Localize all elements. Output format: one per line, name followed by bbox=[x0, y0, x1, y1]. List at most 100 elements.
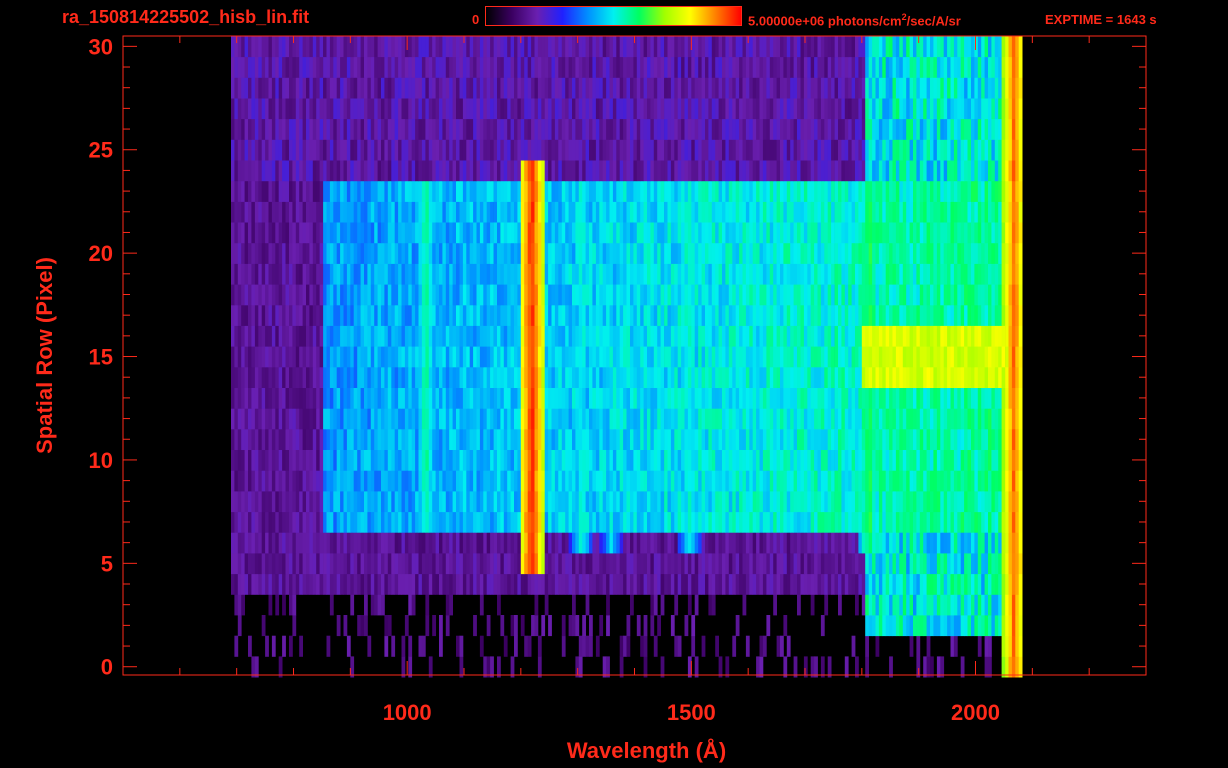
heatmap-cell bbox=[715, 263, 719, 285]
heatmap-cell bbox=[653, 387, 658, 409]
heatmap-cell bbox=[268, 325, 273, 347]
heatmap-cell bbox=[810, 263, 815, 285]
heatmap-cell bbox=[732, 635, 737, 657]
heatmap-cell bbox=[981, 201, 985, 223]
heatmap-cell bbox=[824, 201, 829, 223]
heatmap-cell bbox=[432, 180, 436, 202]
heatmap-cell bbox=[357, 511, 361, 533]
heatmap-cell bbox=[541, 242, 546, 264]
heatmap-cell bbox=[258, 346, 263, 368]
heatmap-cell bbox=[237, 325, 242, 347]
heatmap-cell bbox=[660, 511, 665, 533]
heatmap-cell bbox=[452, 573, 457, 595]
heatmap-cell bbox=[803, 263, 808, 285]
heatmap-cell bbox=[916, 222, 921, 244]
heatmap-cell bbox=[633, 553, 638, 575]
heatmap-cell bbox=[565, 511, 569, 533]
heatmap-cell bbox=[705, 222, 709, 244]
heatmap-cell bbox=[483, 428, 488, 450]
heatmap-cell bbox=[531, 222, 535, 244]
heatmap-cell bbox=[977, 284, 982, 306]
heatmap-cell bbox=[432, 263, 436, 285]
heatmap-cell bbox=[520, 387, 525, 409]
heatmap-cell bbox=[885, 491, 890, 513]
heatmap-cell bbox=[572, 532, 576, 554]
heatmap-cell bbox=[251, 263, 256, 285]
heatmap-cell bbox=[329, 180, 334, 202]
heatmap-cell bbox=[923, 615, 927, 637]
heatmap-cell bbox=[473, 346, 477, 368]
heatmap-cell bbox=[299, 491, 303, 513]
heatmap-cell bbox=[336, 470, 341, 492]
heatmap-cell bbox=[630, 242, 634, 264]
heatmap-cell bbox=[350, 656, 355, 678]
heatmap-cell bbox=[432, 428, 436, 450]
heatmap-cell bbox=[643, 553, 648, 575]
heatmap-cell bbox=[1001, 366, 1006, 388]
heatmap-cell bbox=[650, 573, 655, 595]
heatmap-cell bbox=[1008, 573, 1013, 595]
heatmap-cell bbox=[377, 263, 382, 285]
heatmap-cell bbox=[377, 304, 382, 326]
heatmap-cell bbox=[265, 242, 269, 264]
heatmap-cell bbox=[739, 532, 743, 554]
heatmap-cell bbox=[902, 532, 907, 554]
heatmap-cell bbox=[868, 325, 873, 347]
heatmap-cell bbox=[725, 511, 730, 533]
heatmap-cell bbox=[838, 201, 842, 223]
heatmap-cell bbox=[582, 201, 586, 223]
heatmap-cell bbox=[776, 304, 781, 326]
heatmap-cell bbox=[551, 284, 556, 306]
heatmap-cell bbox=[462, 242, 467, 264]
heatmap-cell bbox=[953, 242, 958, 264]
heatmap-cell bbox=[452, 470, 457, 492]
heatmap-cell bbox=[418, 222, 423, 244]
heatmap-cell bbox=[643, 656, 648, 678]
heatmap-cell bbox=[578, 656, 583, 678]
heatmap-cell bbox=[473, 304, 477, 326]
heatmap-cell bbox=[295, 325, 300, 347]
heatmap-cell bbox=[684, 304, 689, 326]
heatmap-cell bbox=[415, 346, 419, 368]
heatmap-cell bbox=[415, 284, 419, 306]
heatmap-cell bbox=[732, 491, 737, 513]
heatmap-cell bbox=[554, 263, 559, 285]
heatmap-cell bbox=[953, 346, 958, 368]
heatmap-cell bbox=[326, 428, 331, 450]
heatmap-cell bbox=[667, 428, 672, 450]
heatmap-cell bbox=[244, 553, 249, 575]
heatmap-cell bbox=[943, 325, 948, 347]
heatmap-cell bbox=[793, 573, 798, 595]
heatmap-cell bbox=[950, 304, 955, 326]
heatmap-cell bbox=[708, 325, 713, 347]
heatmap-cell bbox=[459, 635, 464, 657]
heatmap-cell bbox=[582, 511, 586, 533]
heatmap-cell bbox=[231, 470, 235, 492]
heatmap-cell bbox=[329, 346, 334, 368]
heatmap-cell bbox=[568, 449, 573, 471]
heatmap-cell bbox=[899, 201, 904, 223]
heatmap-cell bbox=[855, 242, 859, 264]
heatmap-cell bbox=[752, 532, 757, 554]
heatmap-cell bbox=[261, 470, 266, 492]
heatmap-cell bbox=[561, 573, 566, 595]
heatmap-cell bbox=[292, 470, 297, 492]
heatmap-cell bbox=[653, 470, 658, 492]
heatmap-cell bbox=[698, 242, 702, 264]
heatmap-cell bbox=[231, 346, 235, 368]
heatmap-cell bbox=[803, 553, 808, 575]
heatmap-cell bbox=[855, 491, 859, 513]
heatmap-cell bbox=[408, 449, 413, 471]
heatmap-cell bbox=[527, 180, 532, 202]
heatmap-cell bbox=[1018, 656, 1023, 678]
heatmap-cell bbox=[841, 532, 846, 554]
heatmap-cell bbox=[858, 491, 863, 513]
heatmap-cell bbox=[653, 573, 658, 595]
heatmap-cell bbox=[728, 408, 733, 430]
heatmap-cell bbox=[575, 532, 580, 554]
heatmap-cell bbox=[793, 553, 798, 575]
heatmap-cell bbox=[933, 594, 938, 616]
heatmap-cell bbox=[735, 180, 740, 202]
heatmap-cell bbox=[404, 449, 409, 471]
heatmap-cell bbox=[664, 573, 668, 595]
